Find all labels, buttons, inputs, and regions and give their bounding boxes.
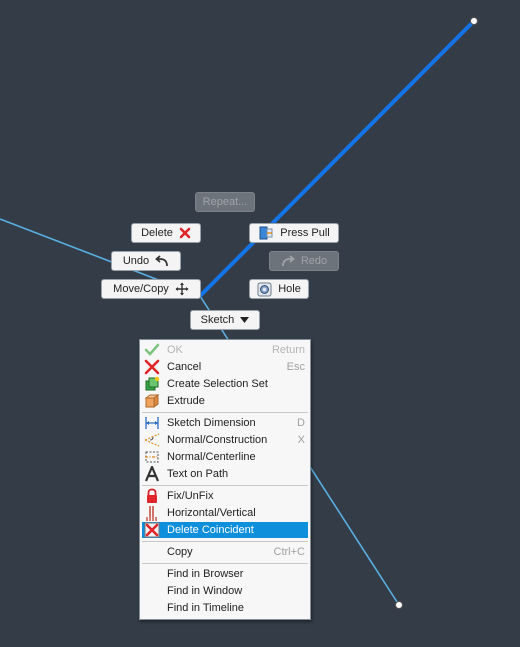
menu-item-delete-coincident[interactable]: Delete Coincident [142, 522, 308, 538]
press-pull-label: Press Pull [280, 227, 330, 239]
menu-item-cancel[interactable]: Cancel Esc [142, 359, 308, 375]
centerline-icon [145, 451, 159, 463]
move-copy-label: Move/Copy [113, 283, 169, 295]
delete-coincident-icon [144, 522, 160, 538]
sketch-endpoint[interactable] [395, 601, 403, 609]
hole-icon [257, 282, 272, 296]
press-pull-button[interactable]: Press Pull [249, 223, 339, 243]
extrude-icon [144, 394, 160, 408]
undo-arrow-icon [155, 255, 169, 267]
text-on-path-icon [144, 466, 160, 482]
redo-label: Redo [300, 255, 328, 267]
menu-item-normal-construction[interactable]: Normal/Construction X [142, 432, 308, 448]
delete-button[interactable]: Delete [131, 223, 201, 243]
horizontal-vertical-icon [146, 506, 158, 521]
menu-item-text-on-path[interactable]: Text on Path [142, 466, 308, 482]
menu-separator [142, 485, 308, 486]
hole-button[interactable]: Hole [249, 279, 309, 299]
repeat-label: Repeat... [202, 196, 248, 208]
move-arrows-icon [175, 282, 189, 296]
menu-item-extrude[interactable]: Extrude [142, 393, 308, 409]
redo-arrow-icon [281, 255, 295, 267]
menu-separator [142, 541, 308, 542]
menu-item-horizontal-vertical[interactable]: Horizontal/Vertical [142, 505, 308, 521]
check-icon [144, 343, 160, 356]
sketch-label: Sketch [200, 314, 235, 326]
delete-label: Delete [141, 227, 173, 239]
menu-item-create-selection-set[interactable]: Create Selection Set [142, 376, 308, 392]
lock-icon [147, 488, 157, 503]
menu-separator [142, 412, 308, 413]
menu-separator [142, 563, 308, 564]
sketch-dropdown-button[interactable]: Sketch [190, 310, 260, 330]
menu-item-fix-unfix[interactable]: Fix/UnFix [142, 488, 308, 504]
undo-button[interactable]: Undo [111, 251, 181, 271]
dropdown-triangle-icon [240, 317, 250, 323]
hole-label: Hole [278, 283, 301, 295]
undo-label: Undo [122, 255, 150, 267]
move-copy-button[interactable]: Move/Copy [101, 279, 201, 299]
menu-item-find-in-timeline[interactable]: Find in Timeline [142, 600, 308, 616]
menu-item-ok: OK Return [142, 342, 308, 358]
dimension-icon [145, 417, 159, 429]
press-pull-icon [259, 226, 273, 240]
red-x-icon [179, 227, 191, 239]
context-menu: OK Return Cancel Esc Create Selection Se… [139, 339, 311, 620]
red-x-icon [144, 359, 160, 375]
selection-set-icon [145, 376, 160, 391]
sketch-endpoint[interactable] [470, 17, 478, 25]
construction-icon [144, 433, 160, 447]
menu-item-copy[interactable]: Copy Ctrl+C [142, 544, 308, 560]
redo-button: Redo [269, 251, 339, 271]
repeat-button: Repeat... [195, 192, 255, 212]
menu-item-normal-centerline[interactable]: Normal/Centerline [142, 449, 308, 465]
menu-item-find-in-window[interactable]: Find in Window [142, 583, 308, 599]
menu-item-find-in-browser[interactable]: Find in Browser [142, 566, 308, 582]
menu-item-sketch-dimension[interactable]: Sketch Dimension D [142, 415, 308, 431]
